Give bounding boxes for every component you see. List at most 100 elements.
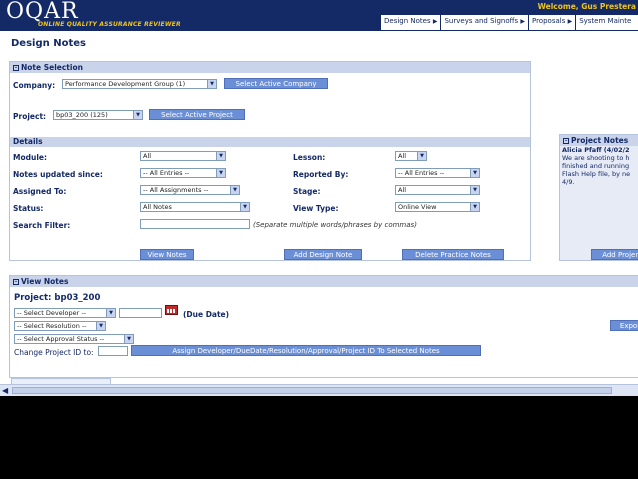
- due-date-label: (Due Date): [183, 310, 230, 319]
- chevron-down-icon: ▼: [124, 335, 133, 343]
- chevron-down-icon: ▼: [240, 203, 249, 211]
- logo-tagline: ONLINE QUALITY ASSURANCE REVIEWER: [38, 21, 181, 28]
- due-date-input[interactable]: [119, 308, 162, 318]
- calendar-icon[interactable]: [165, 305, 178, 315]
- details-header: Details: [10, 137, 530, 147]
- scroll-left-icon[interactable]: ◀: [2, 386, 8, 395]
- assigned-to-value: -- All Assignments --: [143, 186, 209, 194]
- nav-label: Surveys and Signoffs: [444, 17, 519, 25]
- lesson-label: Lesson:: [293, 153, 326, 162]
- module-label: Module:: [13, 153, 47, 162]
- approval-status-value: -- Select Approval Status --: [17, 335, 105, 343]
- welcome-message: Welcome, Gus Prestera: [537, 2, 636, 11]
- lesson-select[interactable]: All ▼: [395, 151, 427, 161]
- project-notes-title: Project Notes: [571, 136, 629, 145]
- project-note-line: finished and running: [562, 162, 630, 170]
- nav-proposals[interactable]: Proposals ▶: [527, 15, 575, 30]
- app-logo[interactable]: OQAR: [6, 1, 79, 23]
- nav-design-notes[interactable]: Design Notes ▶: [380, 15, 440, 30]
- add-design-note-button[interactable]: Add Design Note: [284, 249, 362, 260]
- select-active-company-button[interactable]: Select Active Company: [224, 78, 328, 89]
- horizontal-scrollbar[interactable]: ◀: [0, 384, 638, 396]
- page-title: Design Notes: [11, 38, 86, 49]
- nav-surveys-signoffs[interactable]: Surveys and Signoffs ▶: [440, 15, 528, 30]
- nav-label: Design Notes: [384, 17, 431, 25]
- chevron-down-icon: ▼: [216, 152, 225, 160]
- notes-updated-label: Notes updated since:: [13, 170, 103, 179]
- view-type-value: Online View: [398, 203, 437, 211]
- company-label: Company:: [13, 81, 56, 90]
- assign-to-selected-notes-button[interactable]: Assign Developer/DueDate/Resolution/Appr…: [131, 345, 481, 356]
- view-notes-panel: – View Notes Project: bp03_200 -- Select …: [9, 275, 638, 378]
- view-type-select[interactable]: Online View ▼: [395, 202, 480, 212]
- approval-status-select[interactable]: -- Select Approval Status -- ▼: [14, 334, 134, 344]
- note-selection-title: Note Selection: [21, 63, 83, 72]
- project-notes-panel: – Project Notes Alicia Pfaff (4/02/2 We a…: [559, 134, 638, 261]
- chevron-down-icon: ▼: [417, 152, 426, 160]
- resolution-value: -- Select Resolution --: [17, 322, 87, 330]
- reported-by-select[interactable]: -- All Entries -- ▼: [395, 168, 480, 178]
- company-select[interactable]: Performance Development Group (1) ▼: [62, 79, 217, 89]
- search-hint: (Separate multiple words/phrases by comm…: [253, 221, 417, 229]
- add-project-note-button[interactable]: Add Projen: [591, 249, 638, 260]
- view-notes-button[interactable]: View Notes: [140, 249, 194, 260]
- chevron-down-icon: ▼: [470, 169, 479, 177]
- chevron-down-icon: ▼: [106, 309, 115, 317]
- main-nav: Design Notes ▶ Surveys and Signoffs ▶ Pr…: [380, 15, 638, 30]
- search-filter-label: Search Filter:: [13, 221, 71, 230]
- reported-by-value: -- All Entries --: [398, 169, 445, 177]
- chevron-down-icon: ▼: [96, 322, 105, 330]
- assigned-to-label: Assigned To:: [13, 187, 67, 196]
- status-select[interactable]: All Notes ▼: [140, 202, 250, 212]
- company-value: Performance Development Group (1): [65, 80, 186, 88]
- stage-value: All: [398, 186, 407, 194]
- project-label: Project:: [13, 112, 47, 121]
- project-note-line: We are shooting to h: [562, 154, 630, 162]
- chevron-down-icon: ▼: [133, 111, 142, 119]
- resolution-select[interactable]: -- Select Resolution -- ▼: [14, 321, 106, 331]
- project-note-entry: Alicia Pfaff (4/02/2 We are shooting to …: [562, 146, 638, 186]
- change-project-id-input[interactable]: [98, 346, 128, 356]
- chevron-down-icon: ▼: [230, 186, 239, 194]
- project-note-line: Flash Help file, by ne: [562, 170, 631, 178]
- app-window: OQAR ONLINE QUALITY ASSURANCE REVIEWER W…: [0, 0, 638, 396]
- select-active-project-button[interactable]: Select Active Project: [149, 109, 245, 120]
- collapse-icon[interactable]: –: [13, 65, 19, 71]
- note-selection-header[interactable]: – Note Selection: [10, 62, 530, 73]
- project-select[interactable]: bp03_200 (125) ▼: [53, 110, 143, 120]
- nav-label: System Mainte: [579, 17, 632, 25]
- scrollbar-thumb[interactable]: [12, 387, 612, 394]
- project-note-line: 4/9.: [562, 178, 575, 186]
- module-select[interactable]: All ▼: [140, 151, 226, 161]
- stage-select[interactable]: All ▼: [395, 185, 480, 195]
- view-type-label: View Type:: [293, 204, 339, 213]
- note-selection-panel: – Note Selection Company: Performance Dev…: [9, 61, 531, 261]
- status-label: Status:: [13, 204, 44, 213]
- calendar-grid: [167, 309, 176, 313]
- status-value: All Notes: [143, 203, 172, 211]
- search-filter-input[interactable]: [140, 219, 250, 229]
- notes-updated-select[interactable]: -- All Entries -- ▼: [140, 168, 226, 178]
- chevron-down-icon: ▼: [216, 169, 225, 177]
- caret-right-icon: ▶: [432, 18, 438, 25]
- caret-right-icon: ▶: [567, 18, 573, 25]
- collapse-icon[interactable]: –: [563, 138, 569, 144]
- view-notes-header[interactable]: – View Notes: [10, 276, 638, 287]
- chevron-down-icon: ▼: [470, 186, 479, 194]
- project-notes-header[interactable]: – Project Notes: [560, 135, 638, 146]
- delete-practice-notes-button[interactable]: Delete Practice Notes: [402, 249, 504, 260]
- collapse-icon[interactable]: –: [13, 279, 19, 285]
- change-project-id-label: Change Project ID to:: [14, 348, 94, 357]
- project-value: bp03_200 (125): [56, 111, 108, 119]
- nav-system-maintenance[interactable]: System Mainte: [575, 15, 634, 30]
- developer-select[interactable]: -- Select Developer -- ▼: [14, 308, 116, 318]
- caret-right-icon: ▶: [520, 18, 525, 25]
- details-title: Details: [13, 137, 43, 146]
- export-button[interactable]: Expor: [610, 320, 638, 331]
- stage-label: Stage:: [293, 187, 321, 196]
- project-note-author: Alicia Pfaff (4/02/2: [562, 146, 630, 154]
- lesson-value: All: [398, 152, 407, 160]
- view-notes-title: View Notes: [21, 277, 69, 286]
- header-bar: OQAR ONLINE QUALITY ASSURANCE REVIEWER W…: [0, 0, 638, 31]
- assigned-to-select[interactable]: -- All Assignments -- ▼: [140, 185, 240, 195]
